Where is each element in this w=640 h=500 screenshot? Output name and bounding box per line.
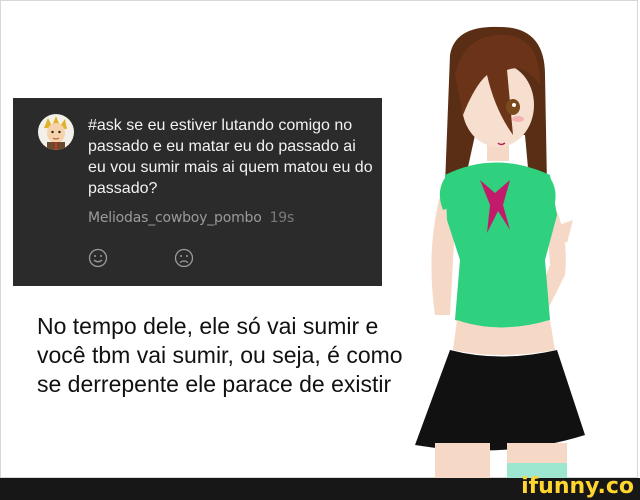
username[interactable]: Meliodas_cowboy_pombo xyxy=(88,210,262,226)
timestamp: 19s xyxy=(269,210,295,226)
anime-girl-illustration xyxy=(395,15,610,485)
smile-icon[interactable] xyxy=(88,248,108,268)
frown-icon[interactable] xyxy=(174,248,194,268)
ask-card: #ask se eu estiver lutando comigo no pas… xyxy=(13,98,382,286)
ifunny-watermark: ifunny.co xyxy=(521,474,634,499)
avatar[interactable] xyxy=(38,114,74,150)
answer-text: No tempo dele, ele só vai sumir e você t… xyxy=(37,313,403,397)
ask-meta: Meliodas_cowboy_pombo 19s xyxy=(88,210,294,226)
ask-question: #ask se eu estiver lutando comigo no pas… xyxy=(88,117,373,197)
